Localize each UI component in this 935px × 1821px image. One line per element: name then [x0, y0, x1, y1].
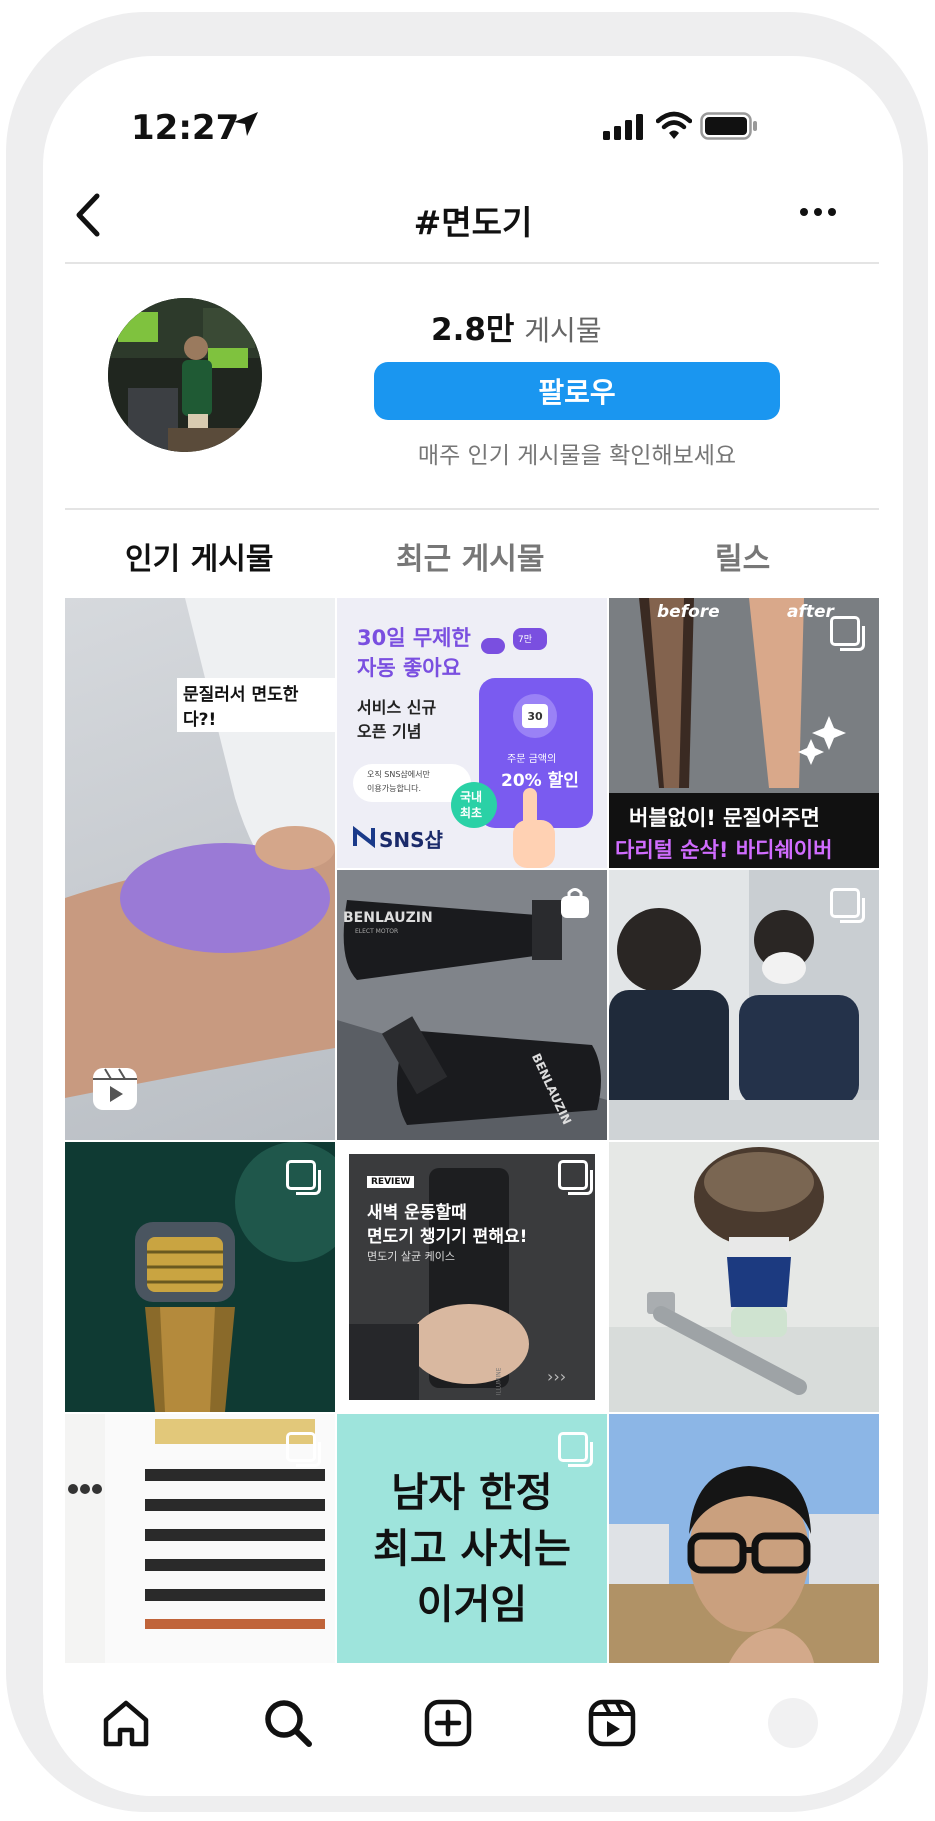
hashtag-avatar	[108, 298, 262, 452]
post-count-line: 2.8만 게시물	[431, 304, 602, 349]
home-icon[interactable]	[101, 1698, 151, 1748]
create-post-icon[interactable]	[423, 1698, 473, 1748]
promo-sub-1: 서비스 신규	[357, 698, 437, 717]
chevrons-icon: ›››	[547, 1367, 567, 1386]
clipper-brand: BENLAUZIN	[343, 910, 433, 926]
post-tile-review[interactable]: REVIEW 새벽 운동할때 면도기 챙기기 편해요! 면도기 살균 케이스 I…	[337, 1142, 607, 1412]
message-bubble-icon	[481, 638, 505, 654]
tab-top-posts[interactable]: 인기 게시물	[125, 534, 273, 578]
post-count: 2.8만	[431, 312, 515, 348]
multi-post-icon	[286, 1160, 321, 1195]
shopping-bag-icon	[561, 888, 589, 918]
promo-note-1: 오직 SNS샵에서만	[367, 770, 430, 779]
post-tile-selfie[interactable]	[609, 1414, 879, 1663]
post-tile-mirror-shave[interactable]	[609, 870, 879, 1140]
promo-headline-1: 30일 무제한	[357, 626, 471, 650]
review-line-2: 면도기 챙기기 편해요!	[367, 1227, 528, 1247]
post-count-label: 게시물	[524, 314, 602, 347]
hashtag-title: #면도기	[413, 203, 533, 242]
pointing-hand-icon	[513, 788, 555, 868]
clipper-brand-sub: ELECT MOTOR	[355, 928, 399, 935]
battery-icon	[700, 112, 757, 140]
reel-icon	[93, 1068, 137, 1110]
more-options-icon[interactable]	[799, 206, 837, 218]
multi-post-icon	[558, 1160, 593, 1195]
promo-headline-2: 자동 좋아요	[357, 656, 461, 680]
caption-line-1: 버블없이! 문질어주면	[629, 806, 820, 830]
post-grid: 문질러서 면도한다?! 30일 무제한 자동 좋아요 서비스 신규 오픈 기념 …	[65, 598, 879, 1663]
promo-discount-1: 주문 금액의	[507, 754, 557, 765]
profile-avatar[interactable]	[768, 1698, 818, 1748]
mint-line-2: 최고 사치는	[373, 1526, 571, 1572]
location-arrow-icon	[234, 112, 258, 136]
promo-badge: 국내 최초	[451, 782, 497, 828]
post-tile-clippers[interactable]: BENLAUZIN ELECT MOTOR BENLAUZIN	[337, 870, 607, 1140]
multi-post-icon	[558, 1432, 593, 1467]
multi-post-icon	[830, 888, 865, 923]
review-line-1: 새벽 운동할때	[367, 1203, 467, 1223]
multi-post-icon	[286, 1432, 321, 1467]
post-tile-sns-promo[interactable]: 30일 무제한 자동 좋아요 서비스 신규 오픈 기념 오직 SNS샵에서만 이…	[337, 598, 607, 868]
mint-line-3: 이거임	[416, 1582, 528, 1628]
sns-logo-icon	[353, 825, 375, 849]
promo-note-2: 이용가능합니다.	[367, 784, 422, 793]
multi-post-icon	[830, 616, 865, 651]
review-photo	[349, 1154, 595, 1400]
reel-caption: 문질러서 면도한다?!	[177, 678, 335, 732]
post-tile-electric-shaver[interactable]	[65, 1142, 335, 1412]
post-tile-mint-text[interactable]: 남자 한정 최고 사치는 이거임	[337, 1414, 607, 1663]
signal-icon	[603, 114, 643, 140]
wifi-icon	[656, 111, 692, 139]
post-tile-safety-razor[interactable]	[609, 1142, 879, 1412]
search-icon[interactable]	[263, 1698, 313, 1748]
bottom-tab-bar	[43, 1664, 903, 1796]
nav-divider	[65, 262, 879, 264]
tab-reels[interactable]: 릴스	[715, 534, 770, 578]
post-tile-shaver-reel[interactable]: 문질러서 면도한다?!	[65, 598, 335, 1140]
sns-brand: SNS샵	[379, 828, 443, 852]
post-tile-body-shaver[interactable]: before after 버블없이! 문질어주면 다리털 순삭! 바디쉐이버	[609, 598, 879, 868]
header-divider	[65, 508, 879, 510]
review-tag: REVIEW	[367, 1176, 415, 1188]
case-brand: ILLUMINE	[495, 1367, 503, 1396]
calendar-icon: 30	[513, 694, 557, 738]
review-line-3: 면도기 살균 케이스	[367, 1250, 455, 1263]
post-tile-store[interactable]	[65, 1414, 335, 1663]
weekly-top-posts-text: 매주 인기 게시물을 확인해보세요	[417, 443, 737, 469]
mint-line-1: 남자 한정	[391, 1470, 553, 1516]
tab-recent-posts[interactable]: 최근 게시물	[396, 534, 544, 578]
reels-icon[interactable]	[587, 1698, 637, 1748]
status-time: 12:27	[131, 108, 240, 148]
after-label: after	[787, 602, 834, 622]
device-frame: 12:27 #면도기 2.8만 게시물 팔로우 매주 인기 게시물을 확인해보세…	[6, 12, 928, 1812]
promo-sub-2: 오픈 기념	[357, 722, 422, 741]
phone-screen: 12:27 #면도기 2.8만 게시물 팔로우 매주 인기 게시물을 확인해보세…	[43, 56, 903, 1796]
before-label: before	[657, 602, 720, 622]
heart-bubble-icon: 7만	[513, 628, 547, 650]
caption-line-2: 다리털 순삭! 바디쉐이버	[615, 838, 833, 862]
follow-button[interactable]: 팔로우	[374, 362, 780, 420]
